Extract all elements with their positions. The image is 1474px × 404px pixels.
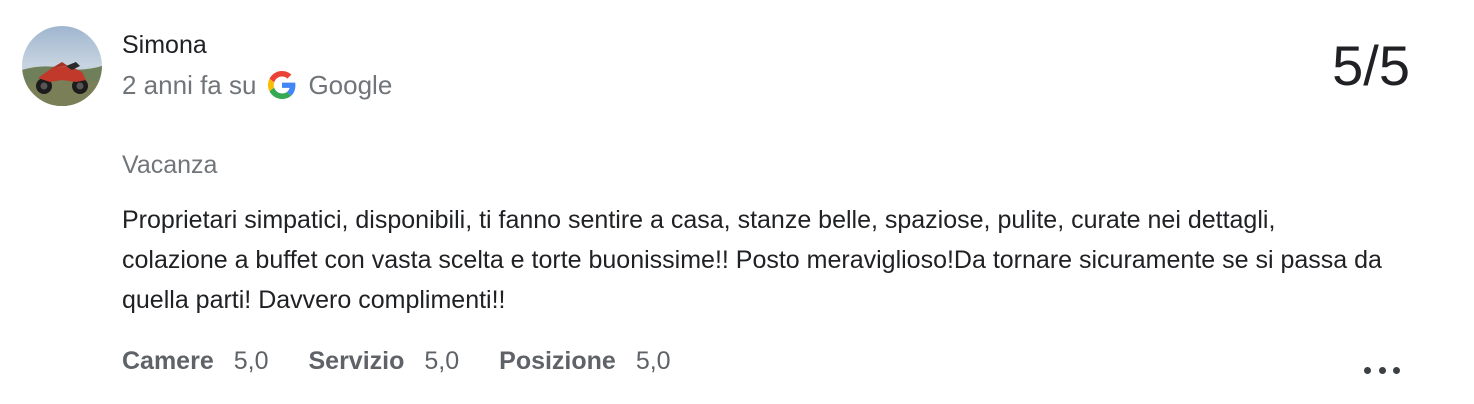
- sub-rating-servizio: Servizio 5,0: [309, 347, 460, 376]
- time-ago: 2 anni fa su: [122, 69, 257, 100]
- google-g-icon: [268, 71, 296, 99]
- more-horizontal-icon: [1364, 366, 1371, 374]
- more-options-button[interactable]: [1364, 358, 1400, 382]
- rating-score: 5/5: [1332, 34, 1410, 97]
- sub-rating-label: Camere: [122, 346, 214, 375]
- sub-rating-value: 5,0: [635, 346, 671, 375]
- review-meta: 2 anni fa su Google: [122, 67, 392, 103]
- author-name[interactable]: Simona: [122, 29, 207, 61]
- motorcycle-photo-icon: [22, 26, 102, 106]
- more-horizontal-icon: [1378, 366, 1386, 374]
- sub-rating-value: 5,0: [424, 346, 460, 375]
- sub-rating-camere: Camere 5,0: [122, 347, 269, 376]
- sub-rating-value: 5,0: [233, 346, 269, 375]
- review-source: Google: [308, 69, 393, 100]
- review-card: Simona 2 anni fa su Google 5/5 Vacanza P…: [0, 0, 1474, 404]
- sub-ratings: Camere 5,0 Servizio 5,0 Posizione 5,0: [122, 342, 711, 380]
- review-text: Proprietari simpatici, disponibili, ti f…: [122, 206, 1382, 314]
- sub-rating-label: Servizio: [308, 346, 405, 375]
- sub-rating-label: Posizione: [499, 346, 616, 375]
- author-avatar[interactable]: [22, 26, 102, 106]
- more-horizontal-icon: [1393, 366, 1400, 374]
- trip-type: Vacanza: [122, 151, 218, 179]
- sub-rating-posizione: Posizione 5,0: [499, 347, 670, 376]
